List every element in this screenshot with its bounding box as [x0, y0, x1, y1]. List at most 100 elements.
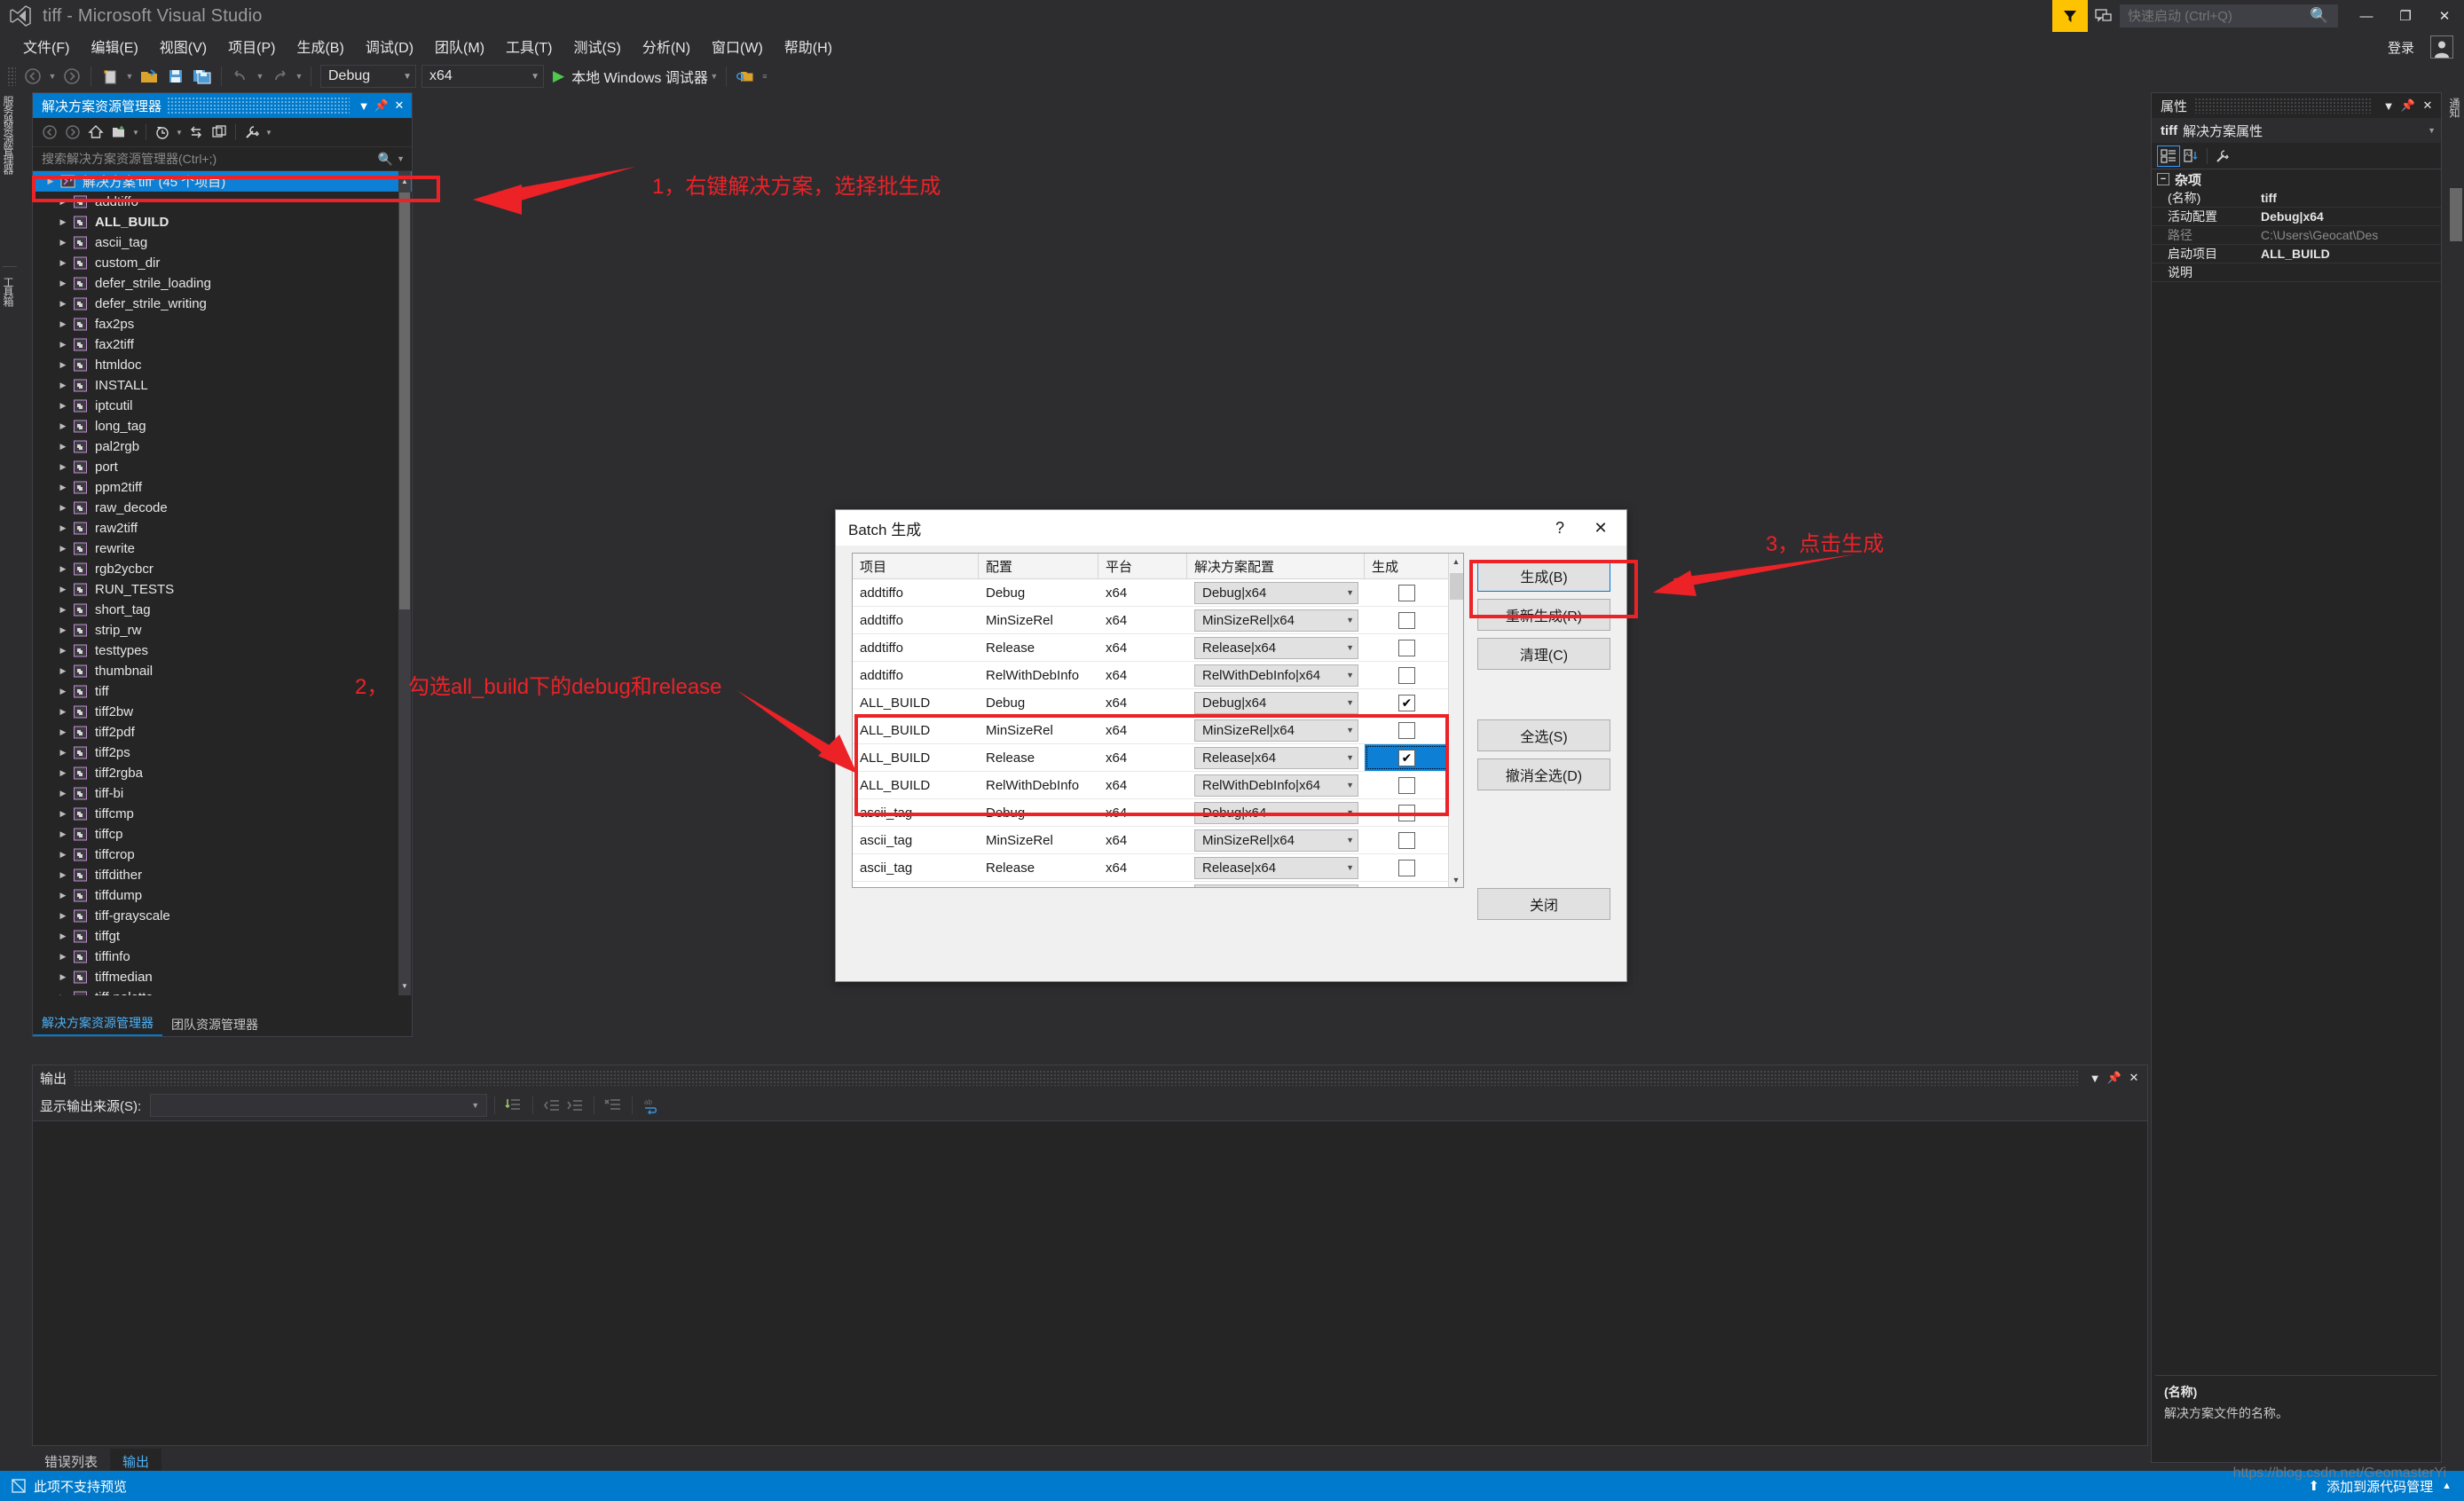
tree-item-project[interactable]: ▶ RUN_TESTS: [33, 579, 412, 600]
expander-icon[interactable]: ▶: [56, 544, 70, 554]
expander-icon[interactable]: ▶: [56, 462, 70, 472]
expander-icon[interactable]: ▶: [56, 585, 70, 594]
tree-item-project[interactable]: ▶ tiff-grayscale: [33, 906, 412, 926]
tree-item-project[interactable]: ▶ raw2tiff: [33, 518, 412, 538]
column-header-project[interactable]: 项目: [853, 554, 979, 578]
menu-item-build[interactable]: 生成(B): [286, 33, 354, 59]
expander-icon[interactable]: ▶: [56, 870, 70, 880]
tree-item-project[interactable]: ▶ rewrite: [33, 538, 412, 559]
open-file-icon[interactable]: [136, 63, 162, 90]
expander-icon[interactable]: ▶: [56, 850, 70, 860]
expander-icon[interactable]: ▶: [56, 421, 70, 431]
build-checkbox[interactable]: [1398, 831, 1415, 849]
expander-icon[interactable]: ▶: [43, 177, 58, 186]
expander-icon[interactable]: ▶: [56, 666, 70, 676]
expander-icon[interactable]: ▶: [56, 360, 70, 370]
project-configurations-grid[interactable]: 项目 配置 平台 解决方案配置 生成 addtiffo Debug x64 Debug…: [852, 553, 1464, 888]
redo-icon[interactable]: [266, 63, 293, 90]
toolbar-grip[interactable]: [7, 67, 16, 86]
clear-all-icon[interactable]: [602, 1094, 625, 1117]
expander-icon[interactable]: ▶: [56, 503, 70, 513]
scrollbar-thumb[interactable]: [399, 193, 410, 609]
properties-object-combo[interactable]: tiff 解决方案属性 ▼: [2152, 118, 2441, 143]
expander-icon[interactable]: ▶: [56, 768, 70, 778]
build-checkbox[interactable]: [1398, 804, 1415, 821]
dialog-close-button[interactable]: ✕: [1580, 513, 1621, 543]
build-checkbox[interactable]: [1398, 886, 1415, 887]
solution-config-combo[interactable]: MinSizeRel|x64 ▼: [1194, 609, 1358, 632]
chevron-down-icon[interactable]: ▼: [264, 121, 274, 144]
expander-icon[interactable]: ▶: [56, 891, 70, 900]
tree-item-project[interactable]: ▶ addtiffo: [33, 192, 412, 212]
pending-changes-icon[interactable]: [151, 121, 174, 144]
search-icon[interactable]: 🔍: [374, 152, 397, 167]
grid-row[interactable]: addtiffo MinSizeRel x64 MinSizeRel|x64 ▼: [853, 607, 1463, 634]
start-debugging-dropdown-icon[interactable]: ▼: [708, 63, 720, 90]
tree-item-project[interactable]: ▶ pal2rgb: [33, 436, 412, 457]
tree-item-project[interactable]: ▶ htmldoc: [33, 355, 412, 375]
show-all-files-icon[interactable]: [208, 121, 231, 144]
configuration-combo[interactable]: Debug ▼: [320, 65, 416, 88]
tree-item-project[interactable]: ▶ raw_decode: [33, 498, 412, 518]
expander-icon[interactable]: ▶: [56, 483, 70, 492]
tree-item-project[interactable]: ▶ tiffcp: [33, 824, 412, 845]
tree-item-project[interactable]: ▶ tiff2ps: [33, 743, 412, 763]
menu-item-tools[interactable]: 工具(T): [495, 33, 563, 59]
menu-item-project[interactable]: 项目(P): [217, 33, 286, 59]
menu-item-team[interactable]: 团队(M): [424, 33, 495, 59]
tree-item-project[interactable]: ▶ custom_dir: [33, 253, 412, 273]
dialog-help-button[interactable]: ?: [1539, 513, 1580, 543]
drag-handle[interactable]: [167, 97, 350, 114]
status-bar-right[interactable]: ⬆ 添加到源代码管理 ▲: [2309, 1477, 2464, 1496]
menu-item-analyze[interactable]: 分析(N): [632, 33, 701, 59]
navigate-forward-icon[interactable]: [59, 63, 85, 90]
toggle-word-wrap-icon[interactable]: ab: [640, 1094, 663, 1117]
column-header-solution-config[interactable]: 解决方案配置: [1187, 554, 1365, 578]
column-header-configuration[interactable]: 配置: [979, 554, 1098, 578]
build-checkbox[interactable]: [1398, 776, 1415, 794]
build-checkbox[interactable]: ✔: [1398, 749, 1415, 766]
grid-row[interactable]: ascii_tagRelWithDebInfox64 RelWithDebInfo…: [853, 882, 1463, 887]
chevron-down-icon[interactable]: ▼: [130, 121, 141, 144]
expander-icon[interactable]: ▶: [56, 381, 70, 390]
tree-item-project[interactable]: ▶ tiffcrop: [33, 845, 412, 865]
solution-config-combo[interactable]: MinSizeRel|x64 ▼: [1194, 829, 1358, 852]
tree-item-project[interactable]: ▶ tiffcmp: [33, 804, 412, 824]
expander-icon[interactable]: ▶: [56, 625, 70, 635]
solution-config-combo[interactable]: MinSizeRel|x64 ▼: [1194, 719, 1358, 742]
grid-row[interactable]: ascii_tag Release x64 Release|x64 ▼: [853, 854, 1463, 882]
minimize-button[interactable]: —: [2347, 0, 2386, 32]
clean-button[interactable]: 清理(C): [1477, 638, 1610, 670]
expander-icon[interactable]: ▶: [56, 789, 70, 798]
column-header-platform[interactable]: 平台: [1098, 554, 1187, 578]
property-value[interactable]: ALL_BUILD: [2254, 247, 2441, 261]
expander-icon[interactable]: ▶: [56, 401, 70, 411]
chevron-down-icon[interactable]: ▼: [397, 154, 412, 163]
build-checkbox[interactable]: [1398, 611, 1415, 629]
grid-row[interactable]: ALL_BUILD RelWithDebInfo x64 RelWithDebInfo…: [853, 772, 1463, 799]
property-value[interactable]: Debug|x64: [2254, 209, 2441, 224]
go-to-previous-message-icon[interactable]: [540, 1094, 563, 1117]
cell-build[interactable]: ✔: [1365, 744, 1449, 771]
property-row[interactable]: 启动项目 ALL_BUILD: [2152, 245, 2441, 263]
tree-item-project[interactable]: ▶ defer_strile_loading: [33, 273, 412, 294]
expander-icon[interactable]: ▶: [56, 727, 70, 737]
menu-item-view[interactable]: 视图(V): [149, 33, 217, 59]
scrollbar-thumb[interactable]: [1450, 573, 1463, 600]
build-checkbox[interactable]: ✔: [1398, 694, 1415, 711]
build-checkbox[interactable]: [1398, 721, 1415, 739]
tree-item-project[interactable]: ▶ ppm2tiff: [33, 477, 412, 498]
undo-icon[interactable]: [227, 63, 254, 90]
send-feedback-icon[interactable]: [2088, 0, 2120, 32]
solution-explorer-search[interactable]: 搜索解决方案资源管理器(Ctrl+;) 🔍 ▼: [33, 146, 412, 171]
property-row[interactable]: 活动配置 Debug|x64: [2152, 208, 2441, 226]
forward-icon[interactable]: [61, 121, 84, 144]
alphabetical-view-icon[interactable]: AZ: [2180, 145, 2203, 167]
quick-launch-input[interactable]: [2128, 8, 2310, 24]
build-checkbox[interactable]: [1398, 639, 1415, 656]
drag-handle[interactable]: [2194, 98, 2372, 114]
save-all-icon[interactable]: [189, 63, 216, 90]
scroll-up-icon[interactable]: ▲: [1449, 554, 1463, 569]
tree-item-project[interactable]: ▶ testtypes: [33, 640, 412, 661]
new-project-dropdown-icon[interactable]: ▼: [123, 63, 136, 90]
